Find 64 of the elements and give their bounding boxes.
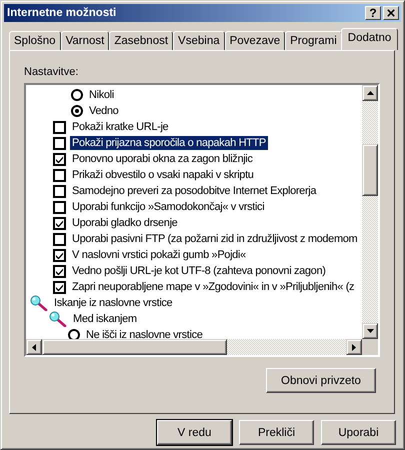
check-icon	[56, 220, 63, 226]
scroll-left-button[interactable]	[26, 339, 42, 355]
scroll-right-button[interactable]	[346, 339, 362, 355]
magnifier-icon	[30, 295, 48, 311]
option-label[interactable]: Vedno pošlji URL-je kot UTF-8 (zahteva ponovni zagon)	[70, 264, 328, 278]
tab[interactable]: Zasebnost	[109, 31, 174, 50]
checkbox[interactable]	[53, 168, 66, 182]
tab[interactable]: Vsebina	[173, 31, 225, 50]
checkbox[interactable]	[53, 280, 66, 294]
checkbox[interactable]	[53, 152, 66, 166]
option-label[interactable]: Uporabi funkcijo »Samodokončaj« v vrstici	[70, 200, 266, 214]
horizontal-scrollbar[interactable]	[26, 339, 378, 355]
window-title: Internetne možnosti	[7, 7, 116, 19]
close-button[interactable]: ×	[383, 6, 399, 20]
group-label[interactable]: Med iskanjem	[71, 312, 139, 326]
check-icon	[56, 252, 63, 258]
right-arrow-icon	[352, 344, 356, 350]
checkbox[interactable]	[53, 120, 66, 134]
scroll-up-button[interactable]	[362, 85, 378, 101]
settings-label: Nastavitve:	[24, 66, 80, 79]
checkbox[interactable]	[53, 232, 66, 246]
checkbox[interactable]	[53, 136, 66, 150]
checkbox[interactable]	[53, 216, 66, 230]
down-arrow-icon	[366, 329, 374, 333]
tab[interactable]: Dodatno	[340, 28, 398, 50]
option-label[interactable]: Uporabi pasivni FTP (za požarni zid in združljivost z modemom	[70, 232, 360, 246]
dialog-button[interactable]: Uporabi	[321, 420, 396, 445]
option-label[interactable]: Ne išči iz naslovne vrstice	[84, 328, 204, 339]
scroll-thumb[interactable]	[42, 339, 227, 355]
option-label[interactable]: Zapri neuporabljene mape v »Zgodovini« in v »Priljubljenih« (z	[70, 280, 356, 294]
group-label[interactable]: Iskanje iz naslovne vrstice	[52, 296, 174, 310]
magnifier-icon	[49, 311, 67, 327]
check-icon	[56, 156, 63, 162]
dialog-button[interactable]: Prekliči	[239, 420, 314, 445]
radio-button[interactable]	[71, 89, 83, 101]
settings-list[interactable]	[24, 83, 380, 357]
checkbox[interactable]	[53, 248, 66, 262]
option-label[interactable]: Vedno	[87, 104, 120, 118]
up-arrow-icon	[366, 91, 374, 95]
vertical-scrollbar[interactable]	[362, 85, 378, 339]
option-label[interactable]: Pokaži prijazna sporočila o napakah HTTP	[70, 136, 268, 150]
option-label[interactable]: Prikaži obvestilo o vsaki napaki v skriptu	[70, 168, 256, 182]
option-label[interactable]: Ponovno uporabi okna za zagon bližnjic	[70, 152, 255, 166]
option-label[interactable]: Samodejno preveri za posodobitve Internet Explorerja	[70, 184, 318, 198]
restore-defaults-button[interactable]: Obnovi privzeto	[266, 368, 376, 393]
check-icon	[56, 284, 63, 290]
option-label[interactable]: Nikoli	[87, 88, 116, 102]
check-icon	[56, 268, 63, 274]
option-label[interactable]: Uporabi gladko drsenje	[70, 216, 180, 230]
dialog-button[interactable]: V redu	[157, 420, 232, 445]
checkbox[interactable]	[53, 184, 66, 198]
scroll-down-button[interactable]	[362, 323, 378, 339]
tab[interactable]: Splošno	[9, 31, 61, 50]
option-label[interactable]: Pokaži kratke URL-je	[70, 120, 170, 134]
option-label[interactable]: V naslovni vrstici pokaži gumb »Pojdi«	[70, 248, 248, 262]
radio-button[interactable]	[71, 105, 83, 117]
left-arrow-icon	[32, 344, 36, 350]
tab[interactable]: Povezave	[224, 31, 286, 50]
checkbox[interactable]	[53, 264, 66, 278]
tab[interactable]: Varnost	[60, 31, 110, 50]
checkbox[interactable]	[53, 200, 66, 214]
scrollbar-corner	[362, 339, 378, 355]
scroll-thumb[interactable]	[362, 144, 378, 196]
help-button[interactable]: ?	[365, 6, 381, 20]
